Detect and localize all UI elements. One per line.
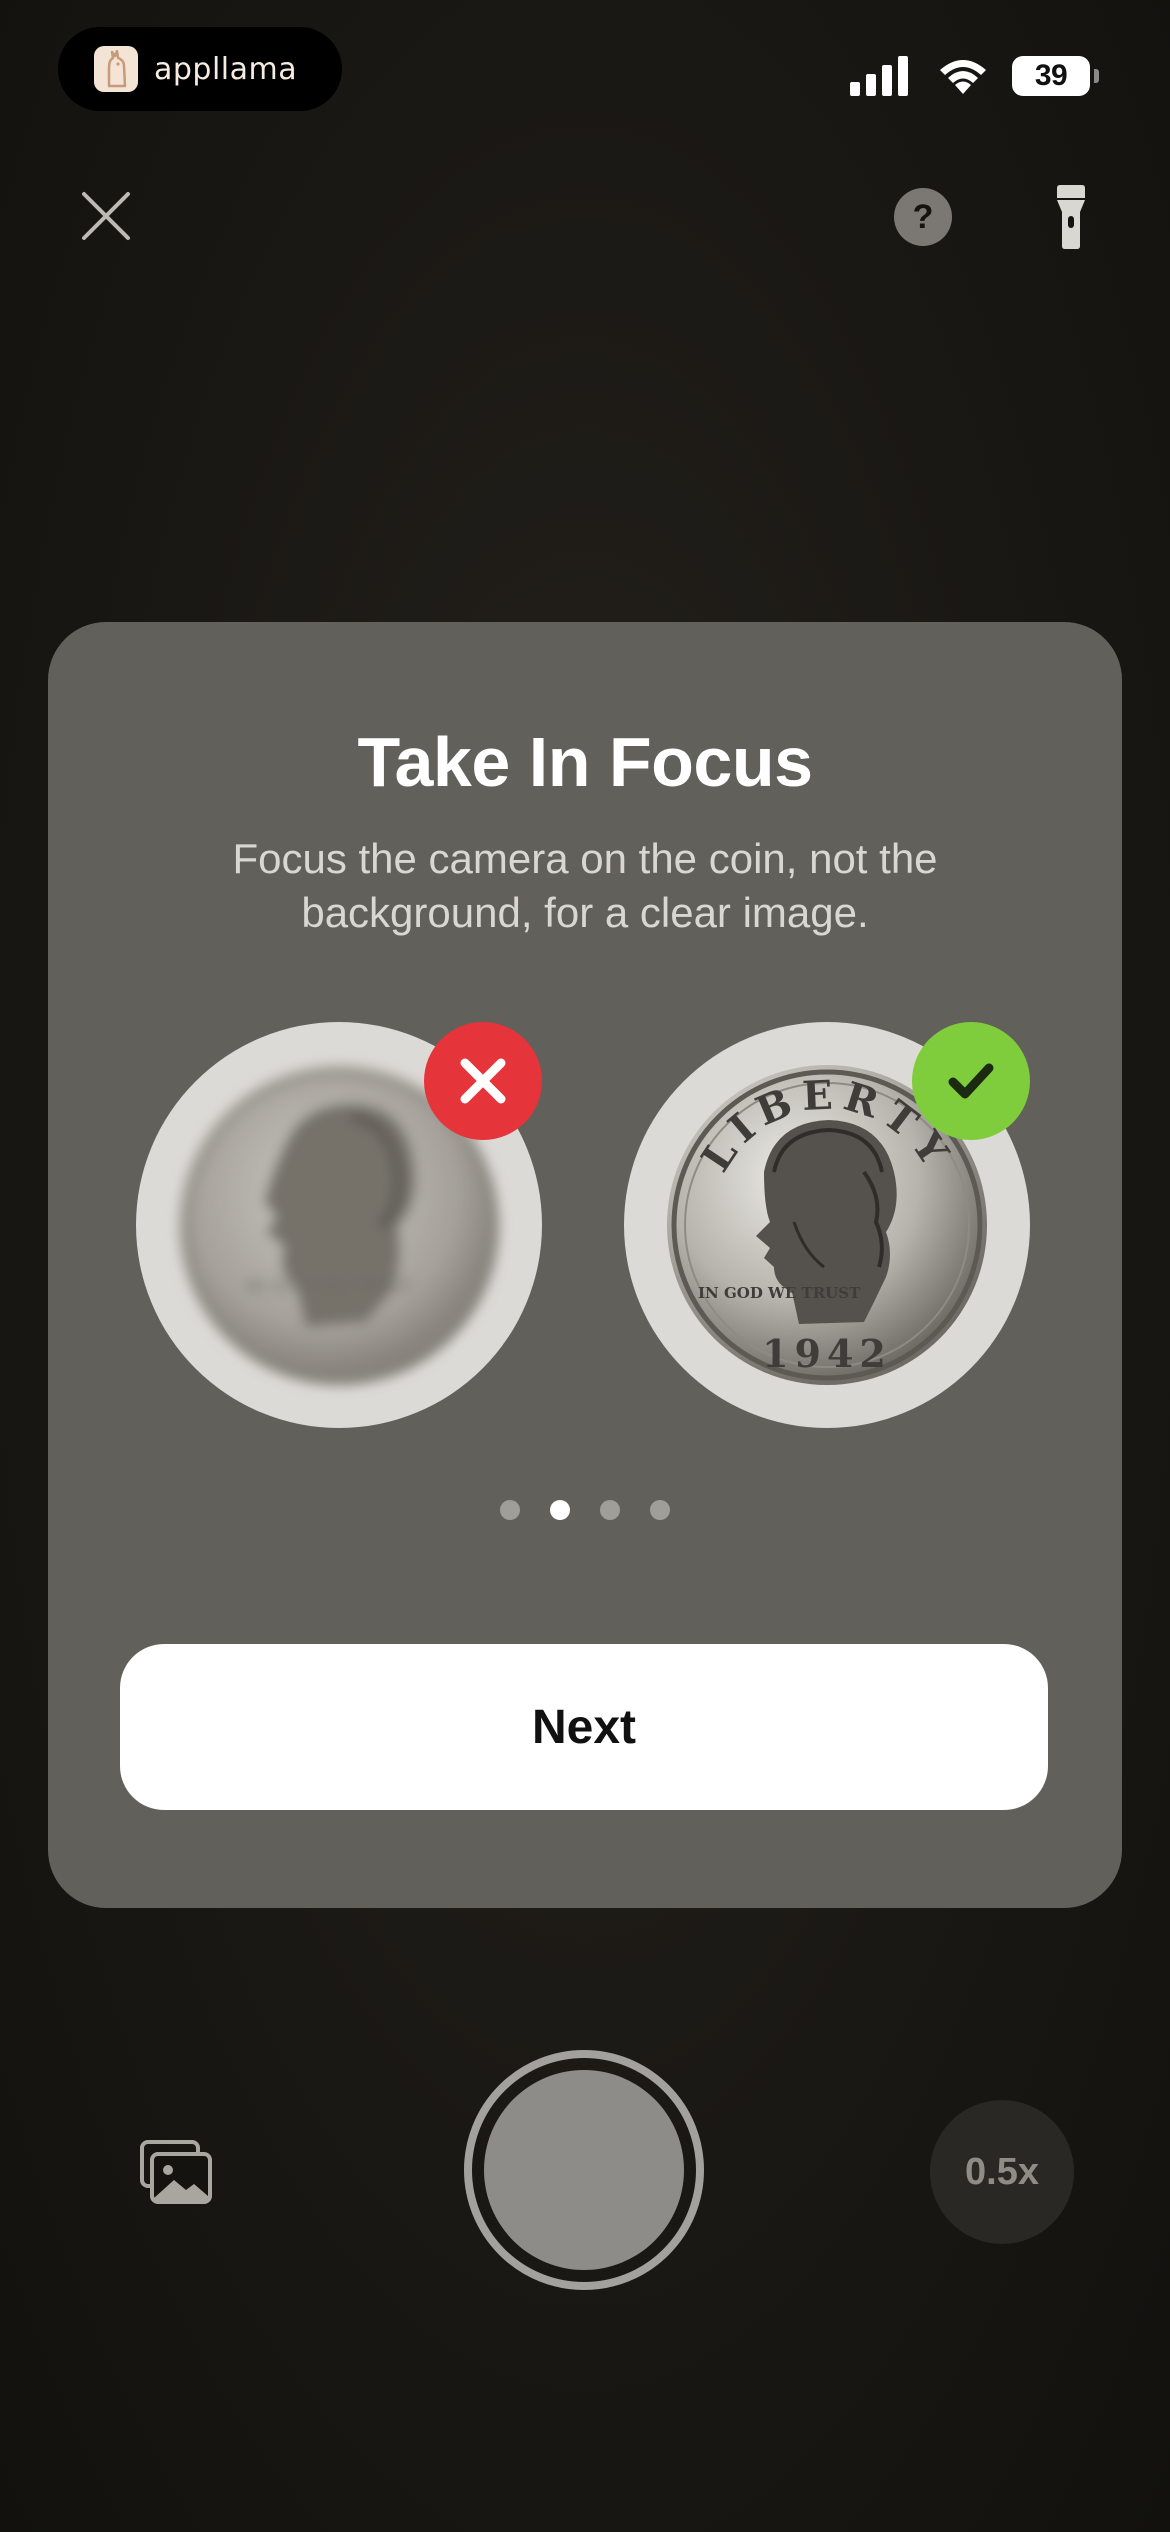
page-dot-1[interactable] [500, 1500, 520, 1520]
checkmark-icon [948, 1063, 994, 1099]
x-icon [460, 1058, 506, 1104]
flashlight-icon[interactable] [1054, 184, 1088, 250]
coin-motto-text: IN GOD WE TRUST [698, 1284, 861, 1302]
cellular-signal-icon [850, 56, 908, 96]
battery-icon: 39 [1012, 56, 1099, 96]
status-indicators: 39 [850, 52, 1099, 100]
page-dot-3[interactable] [600, 1500, 620, 1520]
correct-badge [912, 1022, 1030, 1140]
card-subtitle: Focus the camera on the coin, not the ba… [232, 835, 938, 936]
coin-motto-blurred: IN GOD WE TRUST [246, 1276, 413, 1297]
page-dot-4[interactable] [650, 1500, 670, 1520]
next-button[interactable]: Next [120, 1644, 1048, 1810]
battery-nub [1094, 69, 1099, 83]
llama-logo-icon [94, 46, 138, 92]
incorrect-badge [424, 1022, 542, 1140]
camera-screen: appllama 39 ? Take In Focus Focus the ca… [0, 0, 1170, 2532]
zoom-toggle-button[interactable]: 0.5x [930, 2100, 1074, 2244]
pagination-dots [48, 1500, 1122, 1520]
shutter-inner [484, 2070, 684, 2270]
card-title: Take In Focus [357, 723, 813, 801]
battery-level: 39 [1034, 59, 1068, 92]
page-dot-2-active[interactable] [550, 1500, 570, 1520]
photo-library-icon[interactable] [140, 2140, 212, 2204]
coin-year-text: 1942 [762, 1331, 892, 1376]
close-icon[interactable] [76, 186, 136, 246]
help-label: ? [912, 197, 934, 236]
wifi-icon [940, 60, 986, 94]
shutter-button[interactable] [464, 2050, 704, 2290]
brand-name: appllama [154, 51, 298, 87]
brand-pill: appllama [58, 27, 342, 111]
help-button[interactable]: ? [894, 188, 952, 246]
zoom-label: 0.5x [965, 2150, 1039, 2193]
onboarding-card: Take In Focus Focus the camera on the co… [48, 622, 1122, 1908]
